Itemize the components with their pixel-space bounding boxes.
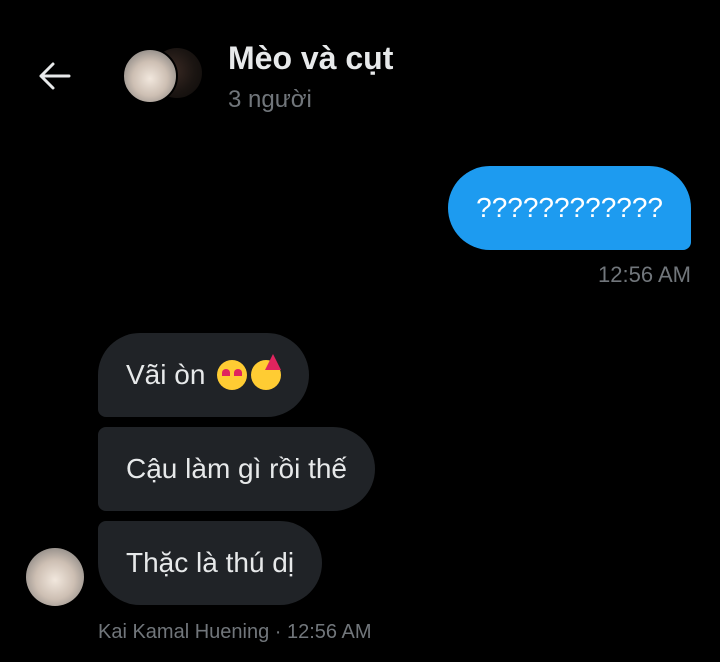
incoming-message[interactable]: Vãi òn bbox=[98, 333, 310, 417]
conversation-title[interactable]: Mèo và cụt bbox=[228, 40, 393, 77]
member-avatar bbox=[122, 48, 178, 104]
message-timestamp: 12:56 AM bbox=[598, 262, 691, 287]
arrow-left-icon bbox=[39, 62, 71, 90]
outgoing-message[interactable]: ???????????? bbox=[448, 166, 691, 250]
group-avatar[interactable] bbox=[122, 48, 206, 104]
member-count: 3 người bbox=[228, 86, 312, 113]
party-face-emoji bbox=[251, 354, 282, 390]
back-button[interactable] bbox=[30, 52, 80, 100]
message-text: ???????????? bbox=[476, 192, 663, 223]
message-text: Cậu làm gì rồi thế bbox=[126, 453, 347, 484]
chat-header: Mèo và cụt 3 người bbox=[0, 0, 720, 140]
heart-eyes-emoji bbox=[217, 360, 248, 390]
incoming-message[interactable]: Cậu làm gì rồi thế bbox=[98, 427, 375, 511]
message-meta: Kai Kamal Huening · 12:56 AM bbox=[98, 621, 372, 644]
meta-separator: · bbox=[269, 621, 287, 643]
sender-avatar[interactable] bbox=[26, 548, 84, 606]
sender-name[interactable]: Kai Kamal Huening bbox=[98, 621, 269, 643]
incoming-message[interactable]: Thặc là thú dị bbox=[98, 521, 323, 605]
message-text: Thặc là thú dị bbox=[126, 547, 295, 578]
message-text: Vãi òn bbox=[126, 359, 206, 390]
message-timestamp: 12:56 AM bbox=[287, 621, 372, 643]
